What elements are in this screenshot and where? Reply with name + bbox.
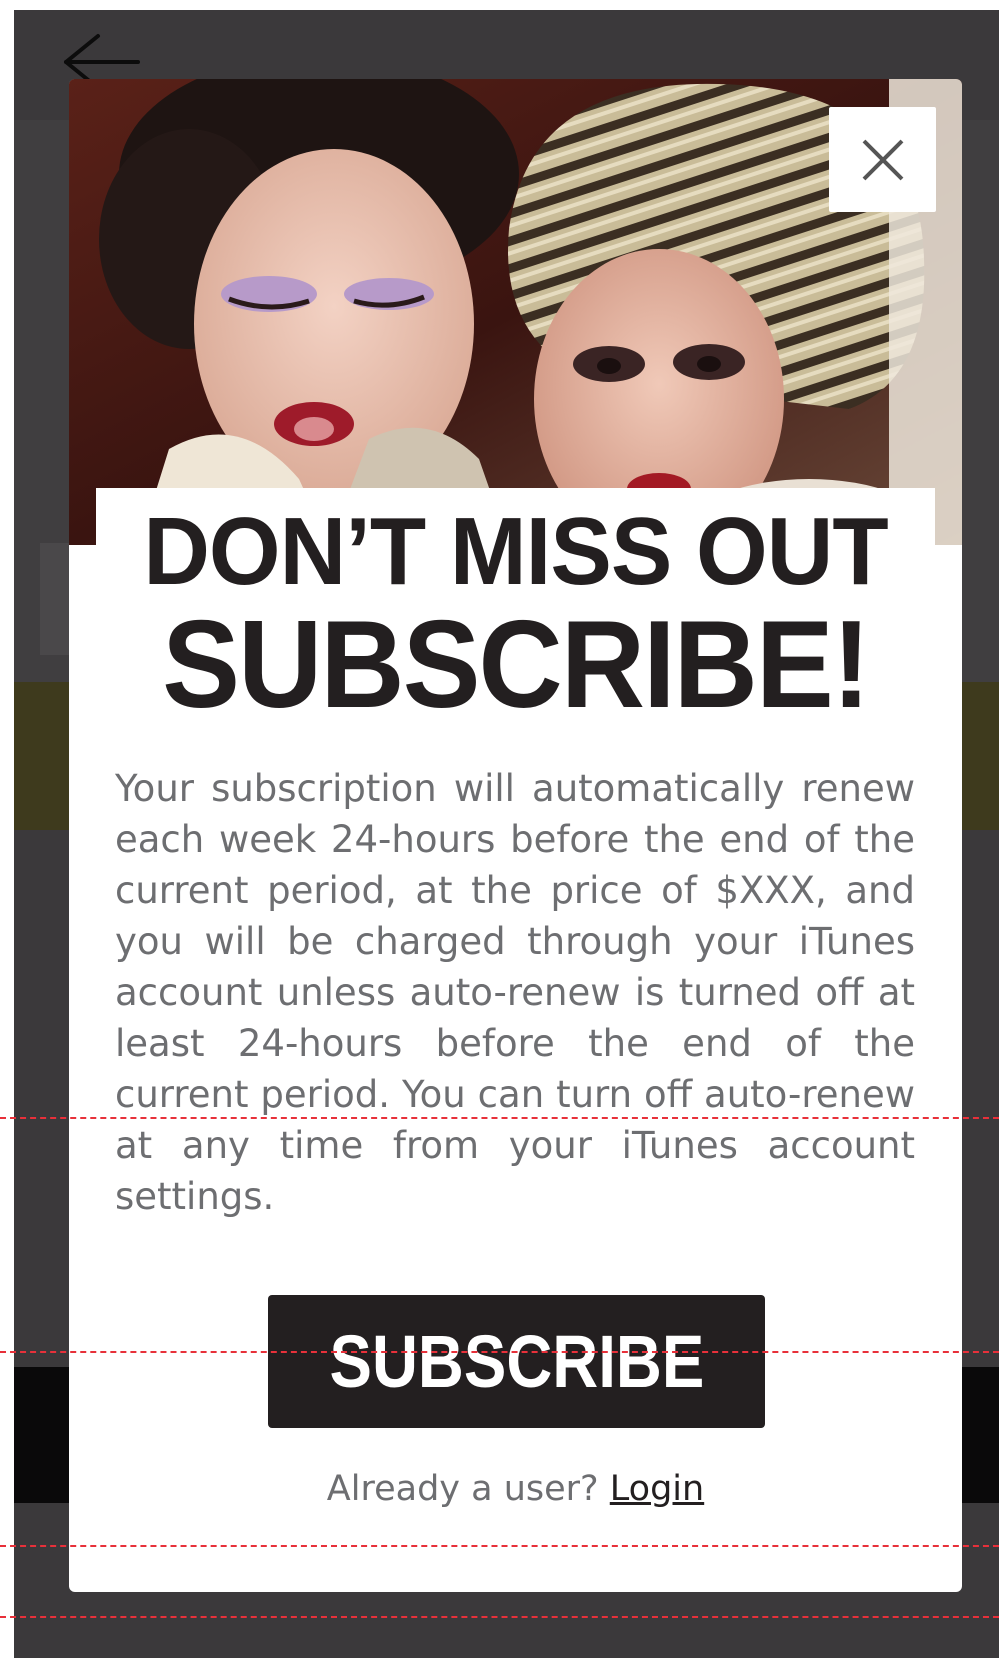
login-row: Already a user? Login xyxy=(69,1465,962,1513)
close-icon xyxy=(861,138,905,182)
subscription-terms: Your subscription will automatically ren… xyxy=(115,767,915,1218)
subscribe-button[interactable]: SUBSCRIBE xyxy=(268,1295,765,1428)
headline-main: SUBSCRIBE! xyxy=(162,596,870,734)
subscribe-modal: DON’T MISS OUT SUBSCRIBE! Your subscript… xyxy=(69,79,962,1592)
login-link[interactable]: Login xyxy=(610,1469,704,1509)
headline-top: DON’T MISS OUT xyxy=(143,498,888,605)
subscribe-button-label: SUBSCRIBE xyxy=(329,1320,704,1403)
login-prompt: Already a user? xyxy=(326,1469,599,1509)
hero-photo xyxy=(69,79,962,545)
close-button[interactable] xyxy=(829,107,936,212)
